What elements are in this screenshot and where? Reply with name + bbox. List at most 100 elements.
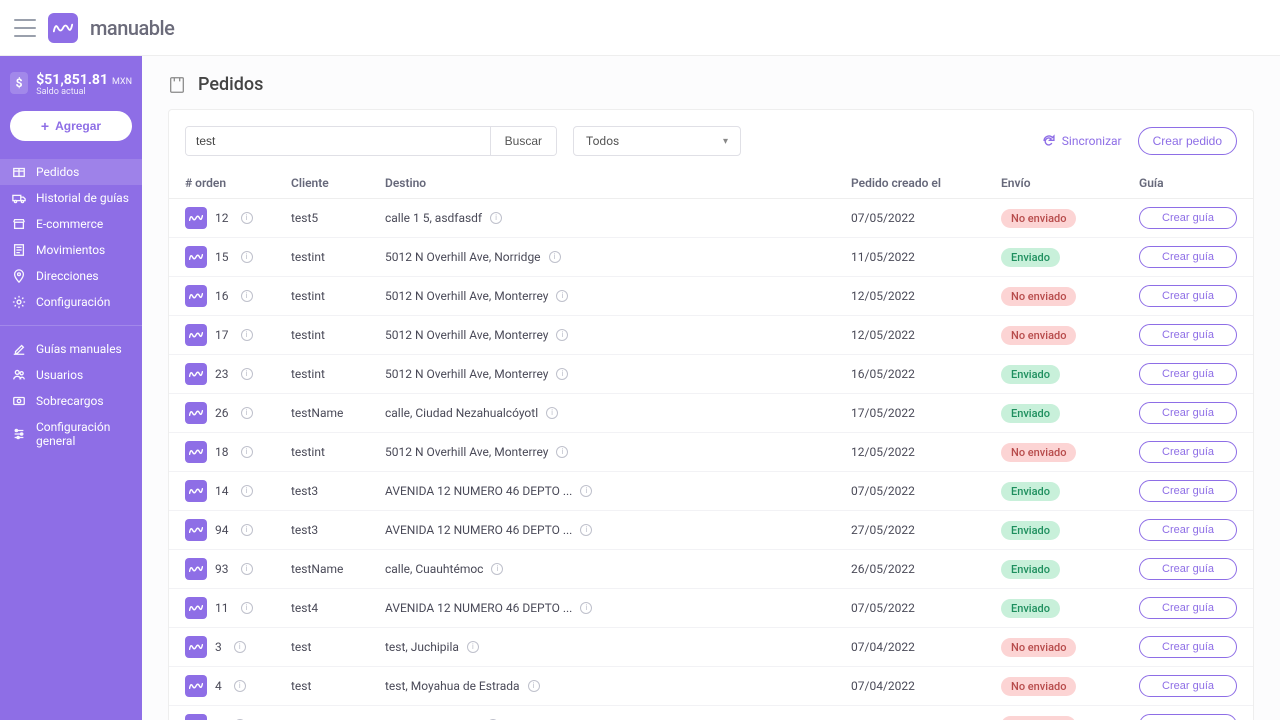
balance-currency: MXN	[112, 77, 132, 87]
client-cell: testName	[281, 550, 375, 589]
search-button[interactable]: Buscar	[490, 127, 556, 155]
create-guide-button[interactable]: Crear guía	[1139, 519, 1237, 541]
create-guide-button[interactable]: Crear guía	[1139, 675, 1237, 697]
destination-cell: calle 1 5, asdfasdf	[385, 211, 482, 225]
info-icon: i	[491, 563, 503, 575]
created-date-cell: 07/04/2022	[841, 667, 991, 706]
sidebar-item-usuarios[interactable]: Usuarios	[0, 362, 142, 388]
order-number: 26	[215, 406, 229, 420]
create-guide-button[interactable]: Crear guía	[1139, 558, 1237, 580]
created-date-cell: 16/05/2022	[841, 355, 991, 394]
create-guide-button[interactable]: Crear guía	[1139, 246, 1237, 268]
status-badge: No enviado	[1001, 443, 1076, 462]
create-guide-button[interactable]: Crear guía	[1139, 285, 1237, 307]
destination-cell: calle, Ciudad Nezahualcóyotl	[385, 406, 538, 420]
main-content: Pedidos Buscar Todos ▾ Sincronizar Crear…	[142, 56, 1280, 720]
order-number: 23	[215, 367, 229, 381]
create-guide-button[interactable]: Crear guía	[1139, 402, 1237, 424]
col-date-header: Pedido creado el	[841, 168, 991, 199]
toolbar: Buscar Todos ▾ Sincronizar Crear pedido	[169, 110, 1253, 168]
create-guide-button[interactable]: Crear guía	[1139, 363, 1237, 385]
sidebar-item-label: Movimientos	[36, 243, 105, 257]
client-cell: test4	[281, 589, 375, 628]
menu-icon[interactable]	[14, 19, 36, 37]
nav-divider	[0, 325, 142, 326]
source-logo	[185, 597, 207, 619]
status-filter[interactable]: Todos ▾	[573, 126, 741, 156]
store-icon	[12, 217, 26, 231]
sidebar-item-label: E-commerce	[36, 217, 103, 231]
sidebar-item-movimientos[interactable]: Movimientos	[0, 237, 142, 263]
page-title: Pedidos	[198, 74, 263, 95]
status-badge: No enviado	[1001, 326, 1076, 345]
sync-label: Sincronizar	[1062, 134, 1122, 148]
info-icon: i	[546, 407, 558, 419]
search-input[interactable]	[186, 127, 490, 155]
info-icon: i	[234, 641, 246, 653]
client-cell: test5	[281, 199, 375, 238]
created-date-cell: 11/05/2022	[841, 238, 991, 277]
sync-button[interactable]: Sincronizar	[1042, 134, 1122, 148]
info-icon: i	[580, 524, 592, 536]
source-logo	[185, 714, 207, 720]
sidebar-item-pedidos[interactable]: Pedidos	[0, 159, 142, 185]
order-number: 11	[215, 601, 229, 615]
create-guide-button[interactable]: Crear guía	[1139, 480, 1237, 502]
brand-logo[interactable]	[48, 13, 78, 43]
sidebar-item-guias-manuales[interactable]: Guías manuales	[0, 336, 142, 362]
balance-block: $ $51,851.81 MXN Saldo actual	[0, 72, 142, 107]
sidebar-item-ecommerce[interactable]: E-commerce	[0, 211, 142, 237]
created-date-cell: 08/04/2022	[841, 706, 991, 720]
orders-table: # orden Cliente Destino Pedido creado el…	[169, 168, 1253, 720]
sidebar: $ $51,851.81 MXN Saldo actual + Agregar …	[0, 56, 142, 720]
add-button[interactable]: + Agregar	[10, 111, 132, 141]
destination-cell: 5012 N Overhill Ave, Monterrey	[385, 289, 548, 303]
create-order-button[interactable]: Crear pedido	[1138, 127, 1237, 155]
info-icon: i	[241, 602, 253, 614]
info-icon: i	[556, 368, 568, 380]
source-logo	[185, 480, 207, 502]
sidebar-item-direcciones[interactable]: Direcciones	[0, 263, 142, 289]
created-date-cell: 27/05/2022	[841, 511, 991, 550]
sidebar-item-historial[interactable]: Historial de guías	[0, 185, 142, 211]
info-icon: i	[241, 446, 253, 458]
table-row: 26itestNamecalle, Ciudad Nezahualcóyotli…	[169, 394, 1253, 433]
table-row: 5itesttest, Cuauhtémoci08/04/2022No envi…	[169, 706, 1253, 720]
status-badge: Enviado	[1001, 599, 1060, 618]
order-number: 14	[215, 484, 229, 498]
users-icon	[12, 368, 26, 382]
destination-cell: calle, Cuauhtémoc	[385, 562, 483, 576]
client-cell: test	[281, 706, 375, 720]
sidebar-item-label: Guías manuales	[36, 342, 122, 356]
info-icon: i	[556, 290, 568, 302]
client-cell: test	[281, 667, 375, 706]
sidebar-item-config[interactable]: Configuración	[0, 289, 142, 315]
create-guide-button[interactable]: Crear guía	[1139, 324, 1237, 346]
create-guide-button[interactable]: Crear guía	[1139, 207, 1237, 229]
create-guide-button[interactable]: Crear guía	[1139, 597, 1237, 619]
info-icon: i	[241, 407, 253, 419]
order-number: 3	[215, 640, 222, 654]
box-icon	[12, 165, 26, 179]
info-icon: i	[467, 641, 479, 653]
table-row: 14itest3AVENIDA 12 NUMERO 46 DEPTO ...i0…	[169, 472, 1253, 511]
balance-amount: $51,851.81	[36, 72, 108, 88]
orders-icon	[168, 76, 186, 94]
status-badge: No enviado	[1001, 209, 1076, 228]
create-guide-button[interactable]: Crear guía	[1139, 441, 1237, 463]
currency-badge: $	[10, 72, 28, 94]
sidebar-item-config-general[interactable]: Configuración general	[0, 414, 142, 454]
col-order-header: # orden	[169, 168, 281, 199]
info-icon: i	[549, 251, 561, 263]
destination-cell: test, Juchipila	[385, 640, 459, 654]
created-date-cell: 17/05/2022	[841, 394, 991, 433]
create-guide-button[interactable]: Crear guía	[1139, 636, 1237, 658]
status-badge: Enviado	[1001, 482, 1060, 501]
sidebar-item-sobrecargos[interactable]: Sobrecargos	[0, 388, 142, 414]
create-guide-button[interactable]: Crear guía	[1139, 714, 1237, 720]
table-row: 16itestint5012 N Overhill Ave, Monterrey…	[169, 277, 1253, 316]
table-row: 18itestint5012 N Overhill Ave, Monterrey…	[169, 433, 1253, 472]
source-logo	[185, 636, 207, 658]
created-date-cell: 12/05/2022	[841, 433, 991, 472]
table-row: 4itesttest, Moyahua de Estradai07/04/202…	[169, 667, 1253, 706]
